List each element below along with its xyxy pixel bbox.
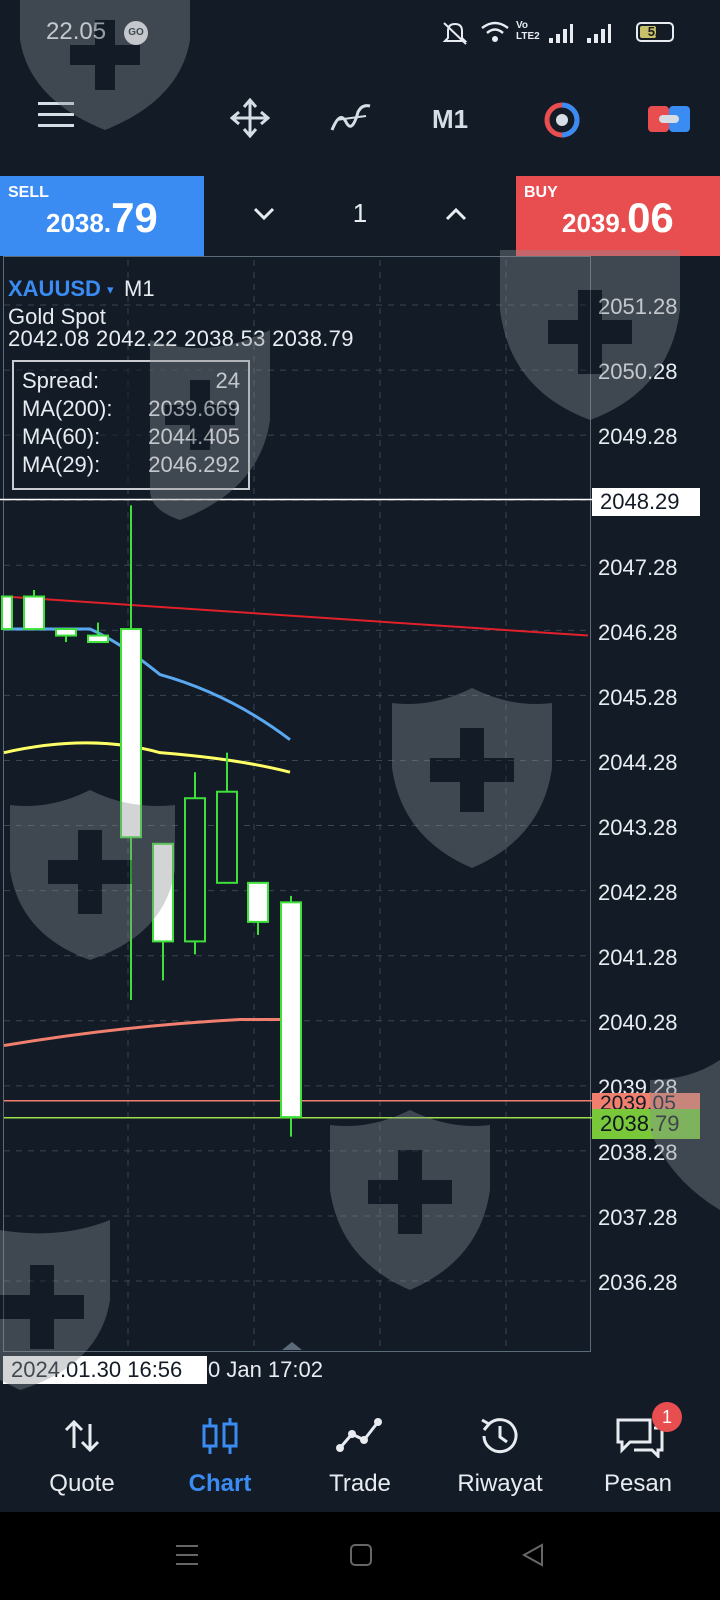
status-time: 22.05 [46, 18, 107, 45]
trade-panel-icon[interactable] [648, 104, 690, 134]
sell-price: 2038.79 [46, 194, 158, 241]
nav-quote-label: Quote [49, 1470, 115, 1497]
indicator-info-box: Spread: 24 MA(200): 2039.669 MA(60): 2044.4… [12, 360, 250, 490]
price-tick-label: 2036.28 [598, 1270, 678, 1295]
status-bar [0, 0, 720, 64]
one-click-trading-icon[interactable] [544, 102, 584, 138]
lot-size-input[interactable]: 1 [340, 198, 380, 229]
sell-button[interactable]: SELL 2038.79 [0, 176, 204, 256]
candle-body [280, 901, 302, 1119]
crosshair-time-tag: 2024.01.30 16:56 [3, 1356, 207, 1384]
messages-count-badge: 1 [652, 1402, 682, 1432]
symbol-timeframe: M1 [124, 276, 155, 301]
symbol-name[interactable]: XAUUSD [8, 276, 101, 302]
quotes-arrows-icon [64, 1419, 100, 1453]
buy-label: BUY [524, 184, 558, 201]
go-badge: GO [124, 21, 148, 45]
trade-line-icon [336, 1418, 382, 1452]
buy-button[interactable]: BUY 2039.06 [516, 176, 720, 256]
price-tick-label: 2047.28 [598, 555, 678, 580]
timeframe-button[interactable]: M1 [432, 104, 468, 135]
ma29-row: MA(29): 2046.292 [22, 452, 240, 477]
buy-price: 2039.06 [562, 194, 674, 241]
wifi-icon [481, 21, 509, 42]
candle-body [120, 628, 142, 839]
nav-trade-label: Trade [329, 1470, 391, 1497]
price-tick-label: 2050.28 [598, 359, 678, 384]
candle-body [23, 595, 45, 631]
ma29-line [4, 627, 291, 741]
bid-price-tag: 2038.79 [592, 1109, 700, 1139]
nav-chart-label: Chart [188, 1470, 252, 1497]
ma200-line [3, 1017, 290, 1047]
price-tick-label: 2046.28 [598, 620, 678, 645]
candle-body [216, 790, 238, 884]
candle-body [152, 842, 174, 943]
sell-label: SELL [8, 184, 49, 201]
lot-decrease-icon[interactable] [252, 206, 276, 222]
back-icon[interactable] [520, 1542, 546, 1568]
home-icon[interactable] [348, 1542, 374, 1568]
candle-body [87, 634, 109, 644]
symbol-dropdown-icon[interactable]: ▾ [107, 282, 114, 298]
menu-icon[interactable] [38, 100, 74, 130]
signal-2-icon [587, 24, 611, 43]
candle-body [1, 595, 13, 631]
price-tick-label: 2051.28 [598, 294, 678, 319]
price-tick-label: 2044.28 [598, 750, 678, 775]
price-tick-label: 2038.28 [598, 1140, 678, 1165]
nav-history-label: Riwayat [457, 1470, 543, 1497]
nav-messages-label: Pesan [603, 1470, 673, 1497]
time-tick-label: 0 Jan 17:02 [208, 1357, 323, 1382]
lot-increase-icon[interactable] [444, 206, 468, 222]
ma60-row: MA(60): 2044.405 [22, 424, 240, 449]
battery-icon: 52 [636, 22, 674, 42]
spread-row: Spread: 24 [22, 368, 240, 393]
ohlc-values: 2042.08 2042.22 2038.53 2038.79 [8, 326, 354, 351]
price-tick-label: 2037.28 [598, 1205, 678, 1230]
indicators-icon[interactable] [330, 100, 372, 136]
price-tick-label: 2041.28 [598, 945, 678, 970]
signal-1-icon [549, 24, 573, 43]
chart-candles-icon [202, 1418, 238, 1454]
price-tick-label: 2042.28 [598, 880, 678, 905]
ma60-line [3, 741, 291, 774]
crosshair-move-icon[interactable] [230, 98, 270, 138]
ma200-row: MA(200): 2039.669 [22, 396, 240, 421]
price-tick-label: 2049.28 [598, 424, 678, 449]
volte-icon: Vo LTE2 [516, 20, 540, 42]
crosshair-price-tag: 2048.29 [592, 488, 700, 516]
time-marker [282, 1342, 302, 1350]
price-tick-label: 2040.28 [598, 1010, 678, 1035]
candle-body [55, 628, 77, 637]
history-clock-icon [481, 1418, 518, 1454]
battery-level: 52 [647, 24, 663, 39]
candle-body [247, 881, 269, 923]
price-tick-label: 2043.28 [598, 815, 678, 840]
recents-icon[interactable] [174, 1542, 200, 1568]
price-tick-label: 2045.28 [598, 685, 678, 710]
mute-bell-icon [442, 22, 468, 45]
candle-body [184, 797, 206, 943]
